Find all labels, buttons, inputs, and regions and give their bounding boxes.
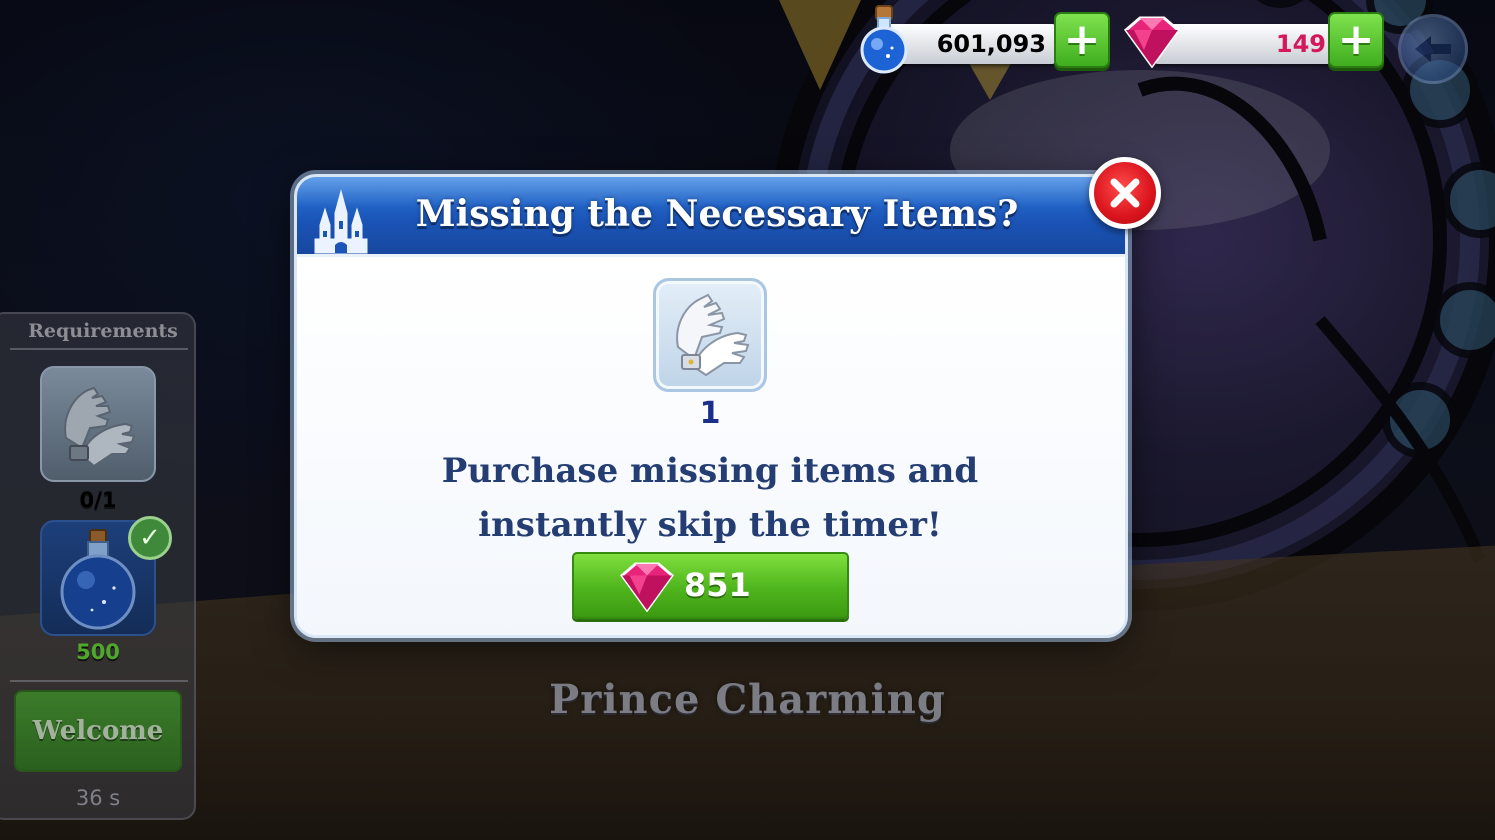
purchase-button[interactable]: 851 [572,552,849,619]
divider [10,348,188,350]
plus-icon: + [1063,14,1101,65]
message-line-1: Purchase missing items and [441,451,979,491]
item-quantity: 1 [699,396,721,431]
back-arrow-icon [1415,36,1451,62]
close-button[interactable] [1089,157,1161,229]
timer-text: 36 s [75,786,121,810]
potion-count: 601,093 [936,30,1046,58]
check-icon: ✓ [128,516,172,560]
white-gloves-icon [64,386,136,468]
potion-currency: 601,093 + [858,5,1110,74]
message-line-2: instantly skip the timer! [478,505,942,545]
requirement-potion-count: 500 [76,640,120,664]
dialog-title: Missing the Necessary Items? [415,193,1019,235]
pink-gem-icon [1123,16,1181,68]
requirement-gloves-count: 0/1 [79,488,117,512]
add-gems-button[interactable]: + [1328,12,1384,68]
welcome-label: Welcome [32,716,164,746]
dialog-header: Missing the Necessary Items? [297,177,1125,257]
requirements-title: Requirements [28,320,178,342]
pink-gem-icon [620,562,674,612]
white-gloves-icon [676,293,750,377]
welcome-button[interactable]: Welcome [14,690,182,772]
scene-title: Prince Charming [549,676,946,723]
purchase-price: 851 [684,566,751,604]
gem-count: 149 [1275,30,1326,58]
close-icon [1110,178,1140,208]
requirement-gloves[interactable] [40,366,156,482]
purchase-message: Purchase missing items and instantly ski… [330,444,1090,552]
back-button[interactable] [1398,14,1468,84]
add-potions-button[interactable]: + [1054,12,1110,68]
plus-icon: + [1337,14,1375,65]
divider [10,680,188,682]
gem-currency: 149 + [1120,12,1386,72]
missing-item-slot [653,278,767,392]
